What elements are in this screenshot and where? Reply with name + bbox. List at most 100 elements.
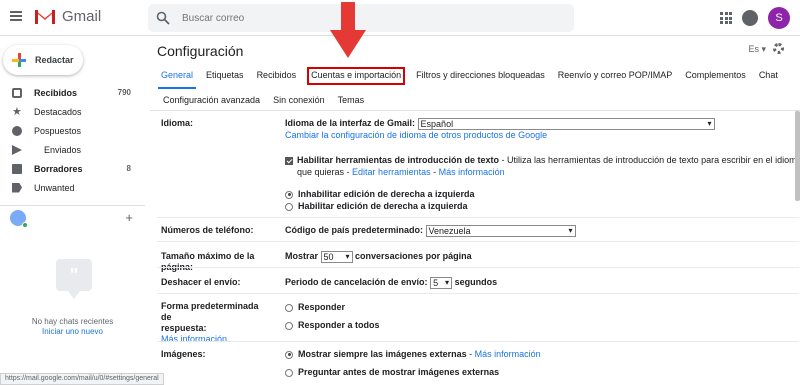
images-always-label: Mostrar siempre las imágenes externas xyxy=(298,349,467,359)
default-reply-label: Forma predeterminada de respuesta: Más i… xyxy=(161,301,271,345)
interface-language-select[interactable]: Español xyxy=(417,117,715,130)
online-status-dot xyxy=(22,222,28,228)
tabs-divider xyxy=(150,110,800,111)
tab-reenvio[interactable]: Reenvío y correo POP/IMAP xyxy=(556,69,675,85)
red-arrow-annotation xyxy=(330,2,366,58)
gear-icon[interactable] xyxy=(773,43,784,54)
account-avatar[interactable]: S xyxy=(768,7,790,29)
language-selector[interactable]: Es ▾ xyxy=(748,44,766,55)
default-reply-label-line1: Forma predeterminada de xyxy=(161,301,259,322)
compose-plus-icon xyxy=(12,53,26,67)
tab-filtros[interactable]: Filtros y direcciones bloqueadas xyxy=(414,69,547,85)
rtl-off-option[interactable]: Inhabilitar edición de derecha a izquier… xyxy=(285,188,475,200)
send-icon xyxy=(12,144,22,155)
images-ask-option[interactable]: Preguntar antes de mostrar imágenes exte… xyxy=(285,366,499,378)
scrollbar[interactable] xyxy=(795,111,800,201)
page-size-value: 50 xyxy=(323,251,334,262)
top-bar: Gmail S xyxy=(0,0,800,36)
gmail-logo[interactable]: Gmail xyxy=(34,8,101,25)
interface-language-label: Idioma de la interfaz de Gmail: xyxy=(285,118,416,128)
star-icon: ★ xyxy=(12,105,22,118)
sidebar-item-borradores[interactable]: Borradores 8 xyxy=(0,159,145,178)
search-input[interactable] xyxy=(182,12,562,24)
notifications-icon[interactable] xyxy=(742,10,758,26)
new-chat-plus-icon[interactable]: + xyxy=(125,210,133,225)
compose-button[interactable]: Redactar xyxy=(3,45,83,75)
edit-tools-link[interactable]: Editar herramientas xyxy=(352,167,431,177)
page-size-select[interactable]: 50 xyxy=(320,250,353,263)
sidebar-item-enviados[interactable]: Enviados xyxy=(0,140,145,159)
tab-general[interactable]: General xyxy=(159,69,195,85)
reply-option[interactable]: Responder xyxy=(285,301,345,313)
sidebar-item-label: Unwanted xyxy=(34,182,75,193)
row-separator xyxy=(157,267,799,268)
active-tab-indicator xyxy=(158,87,196,89)
tab-temas[interactable]: Temas xyxy=(336,94,367,110)
sidebar-item-recibidos[interactable]: Recibidos 790 xyxy=(0,83,145,102)
reply-all-option[interactable]: Responder a todos xyxy=(285,319,380,331)
page-title: Configuración xyxy=(157,43,244,59)
rtl-off-radio[interactable] xyxy=(285,190,293,199)
tab-chat[interactable]: Chat xyxy=(757,69,780,85)
sidebar-item-destacados[interactable]: ★ Destacados xyxy=(0,102,145,121)
sidebar-nav: Recibidos 790 ★ Destacados Pospuestos En… xyxy=(0,83,145,197)
language-code: Es xyxy=(748,44,759,54)
input-tools-more-info-link[interactable]: Más información xyxy=(439,167,505,177)
tab-configuracion-avanzada[interactable]: Configuración avanzada xyxy=(161,94,262,110)
interface-language-value: Español xyxy=(420,118,454,129)
sidebar: Redactar Recibidos 790 ★ Destacados Posp… xyxy=(0,37,145,385)
interface-language-row: Idioma de la interfaz de Gmail: Español xyxy=(285,117,715,130)
chat-bubble-icon: " xyxy=(56,259,92,299)
undo-send-row: Periodo de cancelación de envío: 5 segun… xyxy=(285,276,497,289)
settings-main: Configuración Es ▾ General Etiquetas Rec… xyxy=(150,37,800,385)
reply-label: Responder xyxy=(298,302,346,312)
country-code-select[interactable]: Venezuela xyxy=(425,224,576,237)
rtl-on-radio[interactable] xyxy=(285,202,293,211)
undo-period-select[interactable]: 5 xyxy=(430,276,453,289)
input-tools-row2: que quieras - Editar herramientas - Más … xyxy=(297,166,505,178)
country-code-value: Venezuela xyxy=(428,225,471,236)
input-tools-row: Habilitar herramientas de introducción d… xyxy=(285,154,800,166)
tab-complementos[interactable]: Complementos xyxy=(683,69,748,85)
sidebar-item-unwanted[interactable]: Unwanted xyxy=(0,178,145,197)
sidebar-item-pospuestos[interactable]: Pospuestos xyxy=(0,121,145,140)
tab-recibidos[interactable]: Recibidos xyxy=(255,69,299,85)
reply-radio[interactable] xyxy=(285,303,293,312)
input-tools-label: Habilitar herramientas de introducción d… xyxy=(297,155,500,165)
tab-cuentas-importacion[interactable]: Cuentas e importación xyxy=(307,67,406,85)
page-size-row: Mostrar 50 conversaciones por página xyxy=(285,250,472,263)
input-tools-desc2: que quieras - xyxy=(297,167,353,177)
idioma-label: Idioma: xyxy=(161,118,194,128)
change-language-link[interactable]: Cambiar la configuración de idioma de ot… xyxy=(285,129,547,141)
images-more-info-link[interactable]: Más información xyxy=(475,349,541,359)
settings-tabs: General Etiquetas Recibidos Cuentas e im… xyxy=(159,67,780,85)
link-separator: - xyxy=(430,167,439,177)
start-new-chat-link[interactable]: Iniciar uno nuevo xyxy=(0,327,145,336)
gmail-wordmark: Gmail xyxy=(62,8,102,25)
tab-sin-conexion[interactable]: Sin conexión xyxy=(271,94,327,110)
clock-icon xyxy=(12,125,22,136)
input-tools-checkbox[interactable] xyxy=(285,156,293,165)
page-size-label: Tamaño máximo de la página: xyxy=(161,251,255,272)
tab-etiquetas[interactable]: Etiquetas xyxy=(204,69,246,85)
main-menu-icon[interactable] xyxy=(10,11,22,21)
images-always-radio[interactable] xyxy=(285,350,293,359)
search-icon[interactable] xyxy=(156,11,170,25)
sidebar-item-label: Destacados xyxy=(34,106,82,117)
undo-period-label: Periodo de cancelación de envío: xyxy=(285,277,428,287)
default-reply-more-info-link[interactable]: Más información xyxy=(161,334,271,345)
hangouts-bar: + xyxy=(0,205,145,229)
country-code-label: Código de país predeterminado: xyxy=(285,225,424,235)
images-label: Imágenes: xyxy=(161,349,206,359)
rtl-on-option[interactable]: Habilitar edición de derecha a izquierda xyxy=(285,200,468,212)
apps-grid-icon[interactable] xyxy=(720,12,732,24)
reply-all-radio[interactable] xyxy=(285,321,293,330)
row-separator xyxy=(157,341,799,342)
images-ask-radio[interactable] xyxy=(285,368,293,377)
row-separator xyxy=(157,217,799,218)
input-tools-desc: - Utiliza las herramientas de introducci… xyxy=(499,155,800,165)
images-always-option[interactable]: Mostrar siempre las imágenes externas - … xyxy=(285,348,541,360)
no-chats-text: No hay chats recientes xyxy=(31,317,114,326)
undo-send-label: Deshacer el envío: xyxy=(161,277,241,287)
page-size-show-label: Mostrar xyxy=(285,251,319,261)
